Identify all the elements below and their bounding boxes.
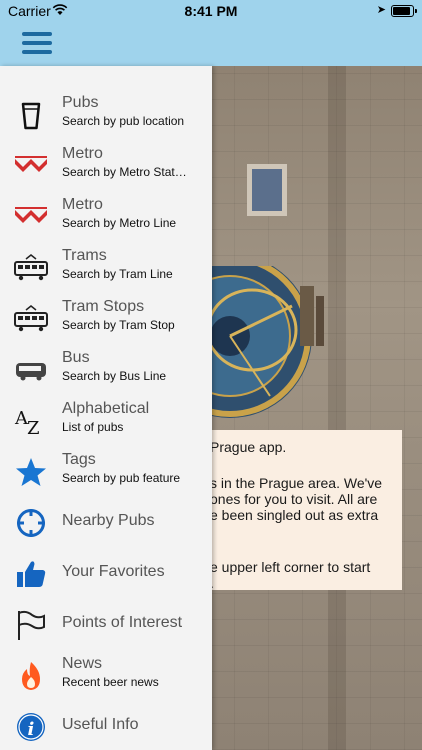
menu-item-subtitle: Search by pub feature <box>62 471 181 485</box>
hamburger-menu-button[interactable] <box>22 32 52 54</box>
tram-icon <box>14 253 48 283</box>
menu-item-alphabetical[interactable]: AZ Alphabetical List of pubs <box>0 395 212 446</box>
menu-item-subtitle: Search by pub location <box>62 114 185 128</box>
menu-item-title: Points of Interest <box>62 614 183 631</box>
menu-item-tram-stops[interactable]: Tram Stops Search by Tram Stop <box>0 293 212 344</box>
menu-item-favorites[interactable]: Your Favorites <box>0 548 212 599</box>
menu-bar-line <box>22 32 52 36</box>
menu-item-subtitle: Search by Tram Line <box>62 267 173 281</box>
menu-item-title: Trams <box>62 247 107 264</box>
menu-item-subtitle: List of pubs <box>62 420 124 434</box>
status-bar: Carrier 8:41 PM ➤ <box>0 0 422 22</box>
metro-logo-icon <box>14 151 48 181</box>
menu-item-title: Your Favorites <box>62 563 165 580</box>
menu-item-subtitle: Search by Tram Stop <box>62 318 175 332</box>
building-window <box>247 164 287 216</box>
az-sort-icon: AZ <box>14 406 48 439</box>
battery-icon <box>391 5 417 17</box>
menu-item-title: Tram Stops <box>62 298 145 315</box>
menu-item-title: Metro <box>62 196 103 213</box>
menu-item-metro-line[interactable]: Metro Search by Metro Line <box>0 191 212 242</box>
tower-shadow <box>328 66 346 750</box>
tram-icon <box>14 304 48 334</box>
menu-item-tags[interactable]: Tags Search by pub feature <box>0 446 212 497</box>
clock-time: 8:41 PM <box>184 3 238 19</box>
metro-logo-icon <box>14 202 48 232</box>
side-menu-drawer: Pubs Search by pub location Metro Search… <box>0 66 212 750</box>
menu-item-nearby-pubs[interactable]: Nearby Pubs <box>0 497 212 548</box>
welcome-text-line: e been singled out as extra <box>210 507 379 523</box>
menu-item-subtitle: Recent beer news <box>62 675 159 689</box>
thumbs-up-icon <box>14 559 48 589</box>
welcome-text-line: Prague app. <box>210 439 287 455</box>
navigation-bar: Carrier 8:41 PM ➤ <box>0 0 422 66</box>
menu-item-subtitle: Search by Metro Stat… <box>62 165 187 179</box>
background-photo <box>200 66 422 750</box>
menu-item-pubs[interactable]: Pubs Search by pub location <box>0 89 212 140</box>
beer-glass-icon <box>14 100 48 130</box>
menu-item-title: Bus <box>62 349 90 366</box>
crosshair-icon <box>14 508 48 538</box>
menu-item-bus[interactable]: Bus Search by Bus Line <box>0 344 212 395</box>
menu-bar-line <box>22 50 52 54</box>
bus-icon <box>14 355 48 385</box>
menu-item-subtitle: Search by Metro Line <box>62 216 177 230</box>
flame-icon <box>14 661 48 691</box>
menu-item-metro-station[interactable]: Metro Search by Metro Stat… <box>0 140 212 191</box>
welcome-text-line: e upper left corner to start <box>210 559 371 575</box>
menu-item-title: News <box>62 655 103 672</box>
menu-item-trams[interactable]: Trams Search by Tram Line <box>0 242 212 293</box>
star-icon <box>14 457 48 487</box>
menu-item-title: Metro <box>62 145 103 162</box>
astronomical-clock-image <box>200 266 324 418</box>
menu-item-title: Nearby Pubs <box>62 512 155 529</box>
welcome-card: Prague app. s in the Prague area. We've … <box>200 430 402 591</box>
location-arrow-icon: ➤ <box>376 4 386 16</box>
info-icon: i <box>14 712 48 742</box>
menu-item-points-of-interest[interactable]: Points of Interest <box>0 599 212 650</box>
menu-item-title: Pubs <box>62 94 99 111</box>
flag-icon <box>14 610 48 640</box>
menu-item-news[interactable]: News Recent beer news <box>0 650 212 701</box>
menu-item-subtitle: Search by Bus Line <box>62 369 167 383</box>
menu-bar-line <box>22 41 52 45</box>
menu-item-title: Tags <box>62 451 96 468</box>
menu-item-useful-info[interactable]: i Useful Info <box>0 701 212 750</box>
svg-text:Z: Z <box>27 418 40 436</box>
svg-text:i: i <box>28 719 35 740</box>
menu-item-title: Alphabetical <box>62 400 150 417</box>
menu-item-title: Useful Info <box>62 716 139 733</box>
